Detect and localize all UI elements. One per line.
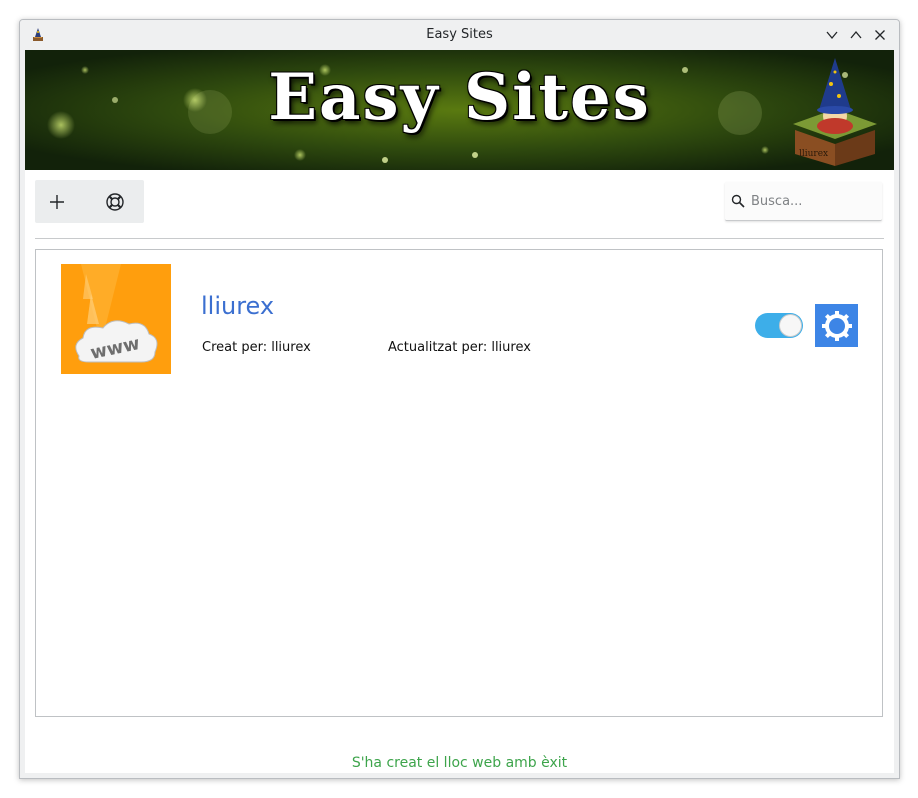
- site-thumbnail-www-icon: www: [61, 264, 171, 374]
- site-created-by: Creat per: lliurex: [202, 340, 311, 355]
- search-icon: [731, 194, 745, 208]
- site-updated-by: Actualitzat per: lliurex: [388, 340, 531, 355]
- minimize-icon[interactable]: [824, 27, 840, 43]
- help-icon: [106, 192, 124, 211]
- window-title: Easy Sites: [426, 27, 493, 42]
- status-message: S'ha creat el lloc web amb èxit: [351, 755, 568, 771]
- wizard-mascot-icon: lliurex: [793, 58, 877, 166]
- add-site-button[interactable]: [35, 180, 79, 223]
- help-button[interactable]: [93, 180, 137, 223]
- toolbar-separator: [35, 238, 884, 239]
- search-box[interactable]: [725, 182, 882, 221]
- app-banner: Easy Sites lliurex: [25, 50, 894, 170]
- toggle-knob: [779, 314, 802, 337]
- site-enabled-toggle[interactable]: [755, 313, 803, 338]
- gear-icon: [821, 310, 852, 341]
- site-settings-button[interactable]: [815, 304, 858, 347]
- app-window: Easy Sites Easy Sites lliurex Busca... w…: [19, 19, 900, 779]
- site-name[interactable]: lliurex: [201, 292, 274, 320]
- title-bar[interactable]: Easy Sites: [20, 20, 899, 50]
- toolbar: [35, 180, 144, 223]
- maximize-icon[interactable]: [848, 27, 864, 43]
- close-icon[interactable]: [872, 27, 888, 43]
- mascot-box-label: lliurex: [799, 149, 828, 159]
- banner-title: Easy Sites: [268, 60, 651, 135]
- add-icon: [50, 194, 64, 209]
- search-input[interactable]: [751, 190, 875, 212]
- sites-list: www lliurex Creat per: lliurex Actualitz…: [35, 249, 883, 717]
- main-content: Easy Sites lliurex Busca... www lliurex …: [25, 50, 894, 773]
